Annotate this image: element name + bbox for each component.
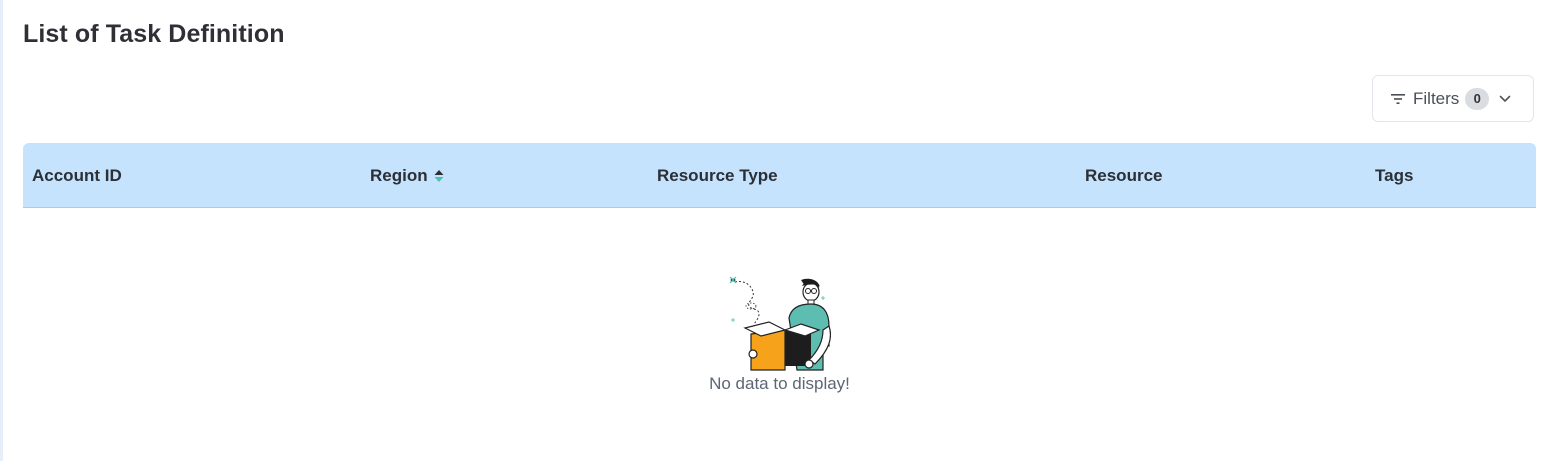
filters-label: Filters bbox=[1413, 88, 1460, 108]
column-header-account-id[interactable]: Account ID bbox=[32, 143, 122, 208]
filters-count-badge: 0 bbox=[1465, 87, 1490, 110]
task-definition-table: Account ID Region Resource Type Resource… bbox=[23, 143, 1536, 461]
empty-state-message: No data to display! bbox=[709, 374, 850, 393]
page-title: List of Task Definition bbox=[23, 20, 285, 48]
column-header-resource[interactable]: Resource bbox=[1085, 143, 1162, 208]
table-header: Account ID Region Resource Type Resource… bbox=[23, 143, 1536, 208]
empty-state: No data to display! bbox=[23, 208, 1536, 461]
filter-icon bbox=[1391, 93, 1407, 105]
column-header-resource-type[interactable]: Resource Type bbox=[657, 143, 778, 208]
empty-box-illustration bbox=[729, 276, 831, 371]
column-header-region[interactable]: Region bbox=[370, 143, 444, 208]
column-header-tags[interactable]: Tags bbox=[1375, 143, 1413, 208]
sort-icon[interactable] bbox=[434, 169, 444, 183]
filters-button[interactable]: Filters 0 bbox=[1372, 75, 1534, 122]
left-edge-accent bbox=[0, 0, 3, 461]
chevron-down-icon bbox=[1499, 95, 1511, 103]
